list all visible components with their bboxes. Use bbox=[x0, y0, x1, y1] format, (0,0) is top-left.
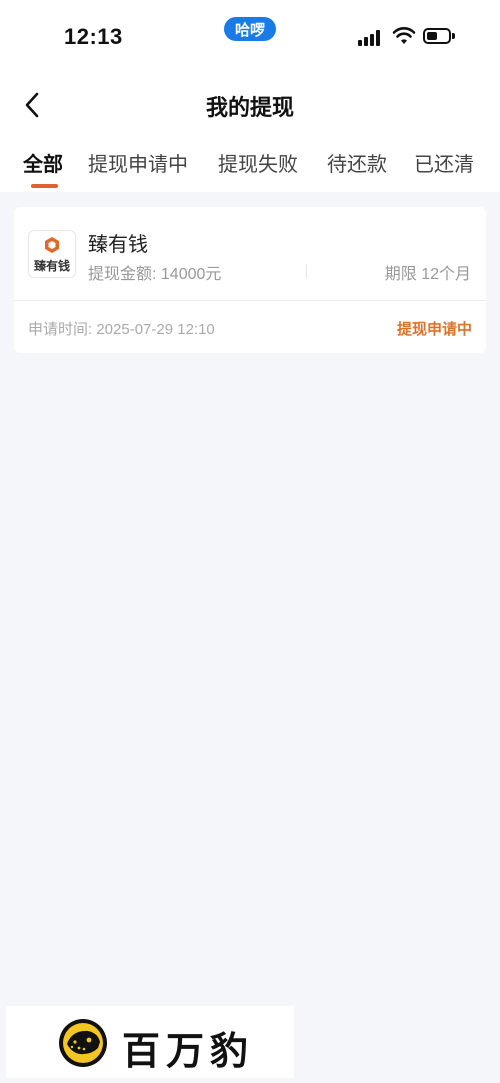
loan-term: 期限 12个月 bbox=[384, 266, 471, 283]
tab-bar: 全部 提现申请中 提现失败 待还款 已还清 bbox=[0, 142, 500, 192]
tab-all[interactable]: 全部 bbox=[23, 148, 63, 177]
card-divider bbox=[14, 300, 486, 301]
logo-text: 臻有钱 bbox=[33, 259, 70, 273]
cellular-signal-icon bbox=[358, 28, 384, 46]
brand-name: 百万豹 bbox=[122, 1028, 255, 1073]
nav-bar: 我的提现 bbox=[0, 78, 500, 132]
withdrawal-record-card[interactable]: 臻有钱 臻有钱 提现金额: 14000元 期限 12个月 申请时间: 2025-… bbox=[14, 207, 486, 353]
status-time: 12:13 bbox=[64, 24, 123, 49]
record-status: 提现申请中 bbox=[396, 321, 472, 338]
status-bar: 12:13 哈啰 bbox=[0, 0, 500, 70]
tab-pending-repayment[interactable]: 待还款 bbox=[327, 148, 387, 177]
leopard-logo-icon bbox=[59, 1019, 107, 1067]
hexagon-logo-icon bbox=[45, 237, 59, 253]
tab-applying[interactable]: 提现申请中 bbox=[88, 148, 188, 177]
divider bbox=[306, 264, 307, 278]
tab-repaid[interactable]: 已还清 bbox=[414, 148, 474, 177]
wifi-icon bbox=[392, 27, 416, 44]
lender-logo: 臻有钱 bbox=[28, 230, 76, 278]
battery-icon bbox=[423, 28, 455, 44]
tab-failed[interactable]: 提现失败 bbox=[218, 148, 298, 177]
brand-watermark: 百万豹 bbox=[6, 1006, 294, 1078]
page-title: 我的提现 bbox=[205, 95, 294, 120]
lender-name: 臻有钱 bbox=[88, 234, 148, 256]
withdrawal-amount: 提现金额: 14000元 bbox=[88, 266, 222, 283]
active-tab-indicator bbox=[31, 184, 58, 188]
carrier-pill: 哈啰 bbox=[224, 17, 276, 41]
apply-time: 申请时间: 2025-07-29 12:10 bbox=[28, 321, 215, 338]
